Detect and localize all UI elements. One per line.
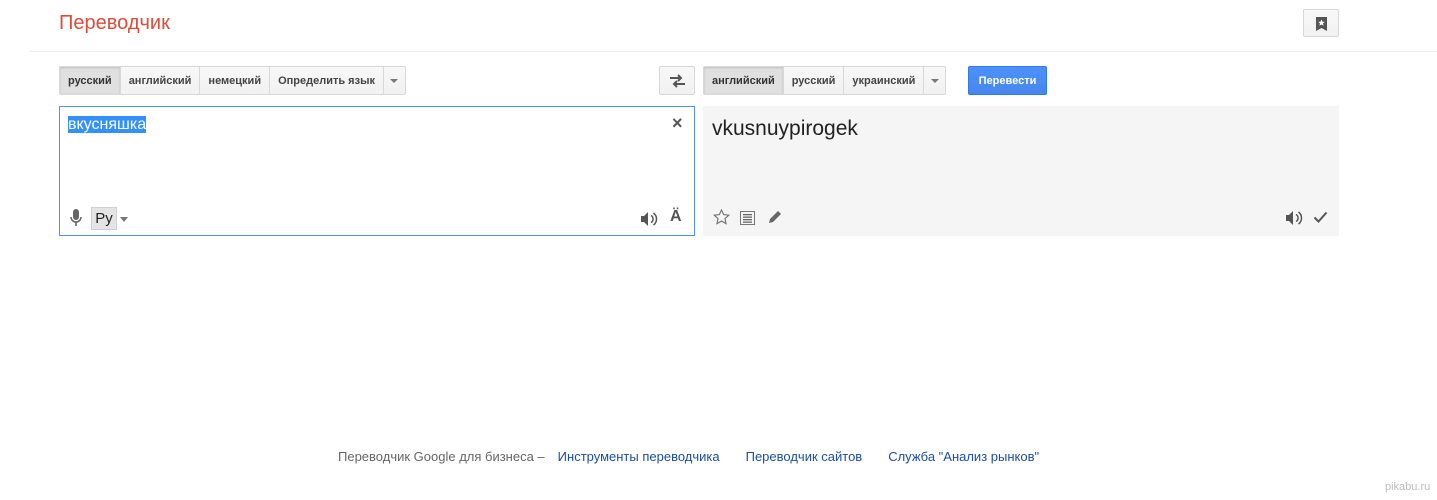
header-divider [30, 51, 1437, 52]
source-lang-detect[interactable]: Определить язык [270, 66, 384, 95]
pencil-icon[interactable] [767, 209, 783, 225]
chevron-down-icon[interactable] [120, 217, 128, 222]
app-title[interactable]: Переводчик [59, 12, 170, 35]
check-icon[interactable] [1313, 210, 1328, 224]
target-lang-ukrainian[interactable]: украинский [844, 66, 925, 95]
footer-prefix: Переводчик Google для бизнеса – [338, 449, 545, 464]
swap-languages-button[interactable] [659, 66, 695, 95]
target-lang-english[interactable]: английский [703, 66, 784, 95]
star-icon[interactable] [713, 209, 730, 225]
footer-link-market[interactable]: Служба "Анализ рынков" [888, 449, 1039, 464]
phrasebook-button[interactable] [1303, 9, 1339, 37]
source-text-area[interactable]: вкусняшка × Ру Ä [59, 106, 695, 236]
list-icon[interactable] [740, 211, 755, 225]
source-lang-english[interactable]: английский [120, 66, 201, 95]
footer: Переводчик Google для бизнеса – Инструме… [338, 449, 1039, 464]
result-text[interactable]: vkusnuypirogek [712, 117, 858, 141]
source-text[interactable]: вкусняшка [68, 116, 147, 134]
speaker-icon[interactable] [640, 211, 658, 227]
source-text-selection: вкусняшка [68, 116, 147, 133]
source-language-bar: русский английский немецкий Определить я… [59, 66, 406, 95]
source-lang-german[interactable]: немецкий [200, 66, 271, 95]
clear-icon[interactable]: × [672, 114, 683, 132]
target-lang-dropdown[interactable] [924, 66, 947, 95]
input-tools-button[interactable]: Ру [91, 207, 117, 230]
header: Переводчик [0, 0, 1437, 52]
source-lang-russian[interactable]: русский [59, 66, 121, 95]
virtual-keyboard-icon[interactable]: Ä [670, 208, 682, 226]
microphone-icon[interactable] [70, 209, 82, 227]
target-lang-russian[interactable]: русский [783, 66, 845, 95]
translate-button[interactable]: Перевести [968, 66, 1047, 95]
source-lang-dropdown[interactable] [383, 66, 406, 95]
footer-link-sites[interactable]: Переводчик сайтов [746, 449, 863, 464]
footer-link-tools[interactable]: Инструменты переводчика [558, 449, 720, 464]
chevron-down-icon [930, 78, 939, 83]
speaker-icon[interactable] [1285, 210, 1303, 226]
phrasebook-star-icon [1316, 17, 1327, 31]
chevron-down-icon [390, 78, 399, 83]
swap-arrows-icon [670, 74, 685, 88]
target-language-bar: английский русский украинский [703, 66, 947, 95]
result-area: vkusnuypirogek [703, 106, 1339, 236]
watermark: pikabu.ru [1385, 481, 1431, 493]
